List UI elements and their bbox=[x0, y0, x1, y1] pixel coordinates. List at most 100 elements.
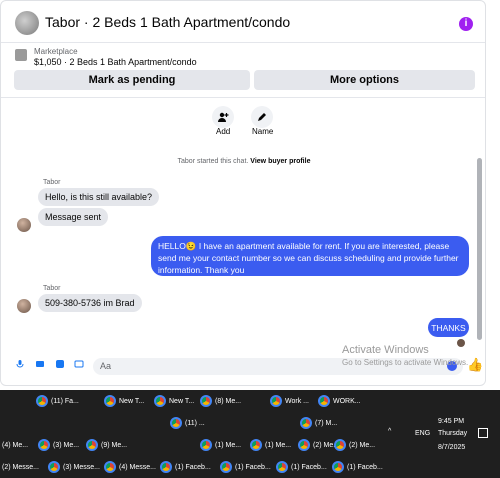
info-icon[interactable]: i bbox=[459, 17, 473, 31]
view-buyer-profile-link[interactable]: View buyer profile bbox=[250, 158, 310, 165]
taskbar: (11) Fa... New T... New T... (8) Me... W… bbox=[0, 390, 500, 478]
like-icon[interactable]: 👍 bbox=[467, 357, 483, 373]
pencil-icon bbox=[258, 113, 266, 121]
taskbar-item[interactable]: (1) Faceb... bbox=[332, 458, 383, 476]
taskbar-item-label: (2) Messe... bbox=[2, 463, 39, 471]
taskbar-item[interactable]: (3) Me... bbox=[38, 436, 79, 454]
clock-time[interactable]: 9:45 PM bbox=[438, 418, 464, 425]
chrome-icon bbox=[318, 395, 330, 407]
gif-icon[interactable] bbox=[74, 359, 84, 369]
taskbar-item[interactable]: (3) Messe... bbox=[48, 458, 100, 476]
taskbar-item[interactable]: (1) Me... bbox=[250, 436, 291, 454]
chrome-icon bbox=[276, 461, 288, 473]
taskbar-item-label: (1) Faceb... bbox=[291, 463, 327, 471]
taskbar-item-label: (11) Fa... bbox=[51, 397, 79, 405]
add-label: Add bbox=[216, 127, 231, 136]
taskbar-item[interactable]: (7) M... bbox=[300, 414, 337, 432]
add-person-icon bbox=[218, 112, 229, 122]
scrollbar[interactable] bbox=[477, 158, 482, 340]
taskbar-item[interactable]: (2) Me... bbox=[298, 436, 339, 454]
taskbar-item[interactable]: (4) Messe... bbox=[104, 458, 156, 476]
incoming-message: 509-380-5736 im Brad bbox=[38, 294, 142, 312]
taskbar-item-label: (1) Me... bbox=[265, 441, 292, 449]
chrome-icon bbox=[104, 461, 116, 473]
chevron-up-icon[interactable]: ^ bbox=[388, 428, 391, 435]
chat-started-text: Tabor started this chat. bbox=[177, 158, 249, 165]
outgoing-message: THANKS bbox=[428, 318, 469, 337]
sticker-icon[interactable] bbox=[55, 359, 65, 369]
sender-avatar[interactable] bbox=[17, 299, 31, 313]
mark-as-pending-button[interactable]: Mark as pending bbox=[14, 70, 250, 90]
taskbar-item[interactable]: (1) Faceb... bbox=[220, 458, 271, 476]
taskbar-item[interactable]: (2) Messe... bbox=[2, 458, 39, 476]
chrome-icon bbox=[160, 461, 172, 473]
taskbar-item[interactable]: WORK... bbox=[318, 392, 361, 410]
chrome-icon bbox=[48, 461, 60, 473]
listing-thumbnail[interactable] bbox=[15, 49, 27, 61]
taskbar-item-label: (11) ... bbox=[185, 419, 205, 427]
name-button[interactable] bbox=[251, 106, 273, 128]
chrome-icon bbox=[298, 439, 310, 451]
taskbar-item[interactable]: (11) ... bbox=[170, 414, 205, 432]
chrome-icon bbox=[270, 395, 282, 407]
taskbar-item-label: New T... bbox=[169, 397, 195, 405]
taskbar-item-label: WORK... bbox=[333, 397, 361, 405]
taskbar-item-label: Work ... bbox=[285, 397, 309, 405]
more-options-button[interactable]: More options bbox=[254, 70, 475, 90]
chat-title[interactable]: Tabor · 2 Beds 1 Bath Apartment/condo bbox=[45, 14, 290, 30]
clock-day[interactable]: Thursday bbox=[438, 430, 467, 437]
chrome-icon bbox=[170, 417, 182, 429]
taskbar-item[interactable]: (1) Faceb... bbox=[160, 458, 211, 476]
clock-date[interactable]: 8/7/2025 bbox=[438, 444, 465, 451]
chrome-icon bbox=[38, 439, 50, 451]
taskbar-item[interactable]: (1) Me... bbox=[200, 436, 241, 454]
sender-name: Tabor bbox=[43, 179, 61, 186]
taskbar-item-label: (9) Me... bbox=[101, 441, 128, 449]
chrome-icon bbox=[220, 461, 232, 473]
sender-avatar[interactable] bbox=[17, 218, 31, 232]
taskbar-item-label: (7) M... bbox=[315, 419, 338, 427]
taskbar-item[interactable]: (8) Me... bbox=[200, 392, 241, 410]
incoming-message: Hello, is this still available? bbox=[38, 188, 160, 206]
taskbar-item-label: (1) Me... bbox=[215, 441, 242, 449]
notification-icon[interactable] bbox=[478, 428, 488, 438]
listing-avatar[interactable] bbox=[15, 11, 39, 35]
taskbar-item[interactable]: (9) Me... bbox=[86, 436, 127, 454]
taskbar-item-label: (8) Me... bbox=[215, 397, 242, 405]
chrome-icon bbox=[200, 439, 212, 451]
sender-name: Tabor bbox=[43, 285, 61, 292]
taskbar-item[interactable]: New T... bbox=[154, 392, 194, 410]
taskbar-item-label: (3) Messe... bbox=[63, 463, 100, 471]
taskbar-item-label: (4) Messe... bbox=[119, 463, 156, 471]
activate-windows-subtext: Go to Settings to activate Windows. bbox=[342, 358, 469, 367]
taskbar-item-label: (2) Me... bbox=[349, 441, 376, 449]
marketplace-label: Marketplace bbox=[34, 47, 78, 56]
chat-window: Tabor · 2 Beds 1 Bath Apartment/condo i … bbox=[0, 0, 486, 386]
taskbar-item-label: (1) Faceb... bbox=[175, 463, 211, 471]
activate-windows-watermark: Activate Windows bbox=[342, 344, 429, 356]
chrome-icon bbox=[86, 439, 98, 451]
taskbar-item[interactable]: New T... bbox=[104, 392, 144, 410]
chrome-icon bbox=[36, 395, 48, 407]
taskbar-item-label: (1) Faceb... bbox=[235, 463, 271, 471]
chrome-icon bbox=[200, 395, 212, 407]
incoming-message: Message sent bbox=[38, 208, 109, 226]
listing-price-title[interactable]: $1,050 · 2 Beds 1 Bath Apartment/condo bbox=[34, 57, 197, 67]
taskbar-item[interactable]: Work ... bbox=[270, 392, 309, 410]
chrome-icon bbox=[334, 439, 346, 451]
seen-avatar bbox=[457, 339, 465, 347]
photo-icon[interactable] bbox=[35, 359, 45, 369]
taskbar-item[interactable]: (11) Fa... bbox=[36, 392, 79, 410]
taskbar-item[interactable]: (4) Me... bbox=[2, 436, 28, 454]
chat-header: Tabor · 2 Beds 1 Bath Apartment/condo i bbox=[1, 1, 485, 43]
chrome-icon bbox=[332, 461, 344, 473]
taskbar-item-label: (3) Me... bbox=[53, 441, 80, 449]
taskbar-item-label: (4) Me... bbox=[2, 441, 29, 449]
add-person-button[interactable] bbox=[212, 106, 234, 128]
taskbar-item-label: New T... bbox=[119, 397, 145, 405]
taskbar-item[interactable]: (1) Faceb... bbox=[276, 458, 327, 476]
language-indicator[interactable]: ENG bbox=[415, 430, 430, 437]
microphone-icon[interactable] bbox=[15, 359, 25, 369]
chrome-icon bbox=[300, 417, 312, 429]
taskbar-item[interactable]: (2) Me... bbox=[334, 436, 375, 454]
